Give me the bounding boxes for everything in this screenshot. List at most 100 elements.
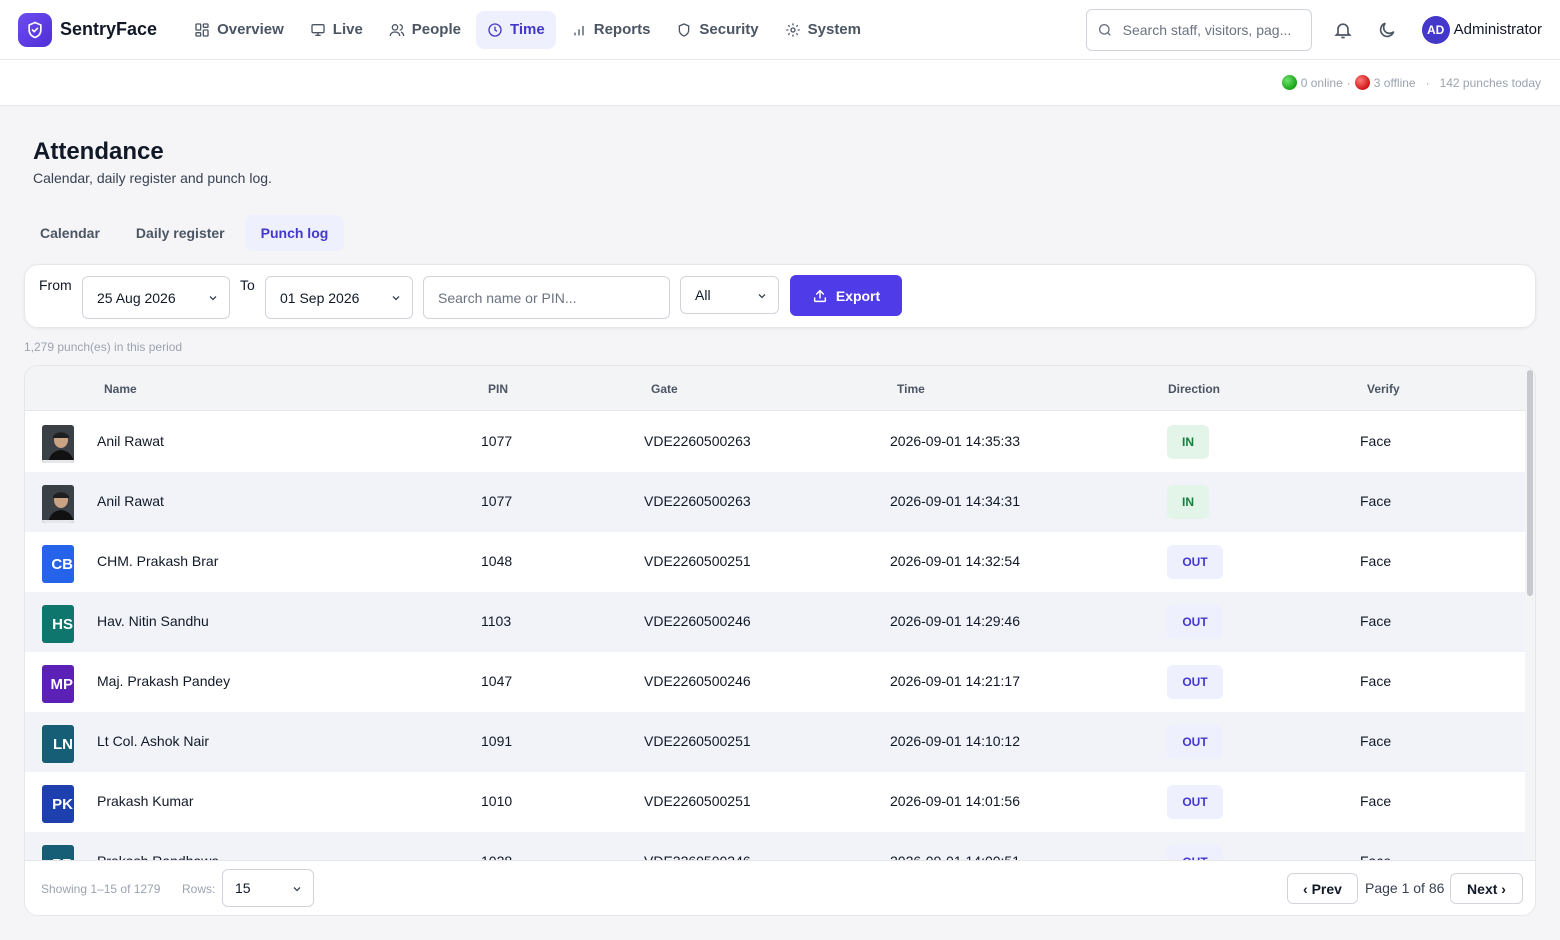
nav-label: Overview (217, 21, 284, 38)
export-button[interactable]: Export (790, 275, 902, 316)
user-menu[interactable]: AD Administrator (1421, 15, 1542, 44)
nav-label: People (411, 21, 461, 38)
cell-verify: Face (1360, 433, 1392, 449)
cell-pin: 1048 (481, 553, 513, 569)
from-label: From (39, 277, 72, 293)
status-separator: · (1346, 75, 1351, 90)
nav-label: Reports (593, 21, 651, 38)
person-photo-avatar (42, 425, 74, 463)
cell-pin: 1077 (481, 493, 513, 509)
status-separator: · (1425, 75, 1430, 90)
nav-item-reports[interactable]: Reports (560, 11, 662, 49)
clock-icon (488, 22, 502, 37)
next-page-button[interactable]: Next › (1450, 873, 1523, 904)
global-search[interactable] (1085, 8, 1312, 51)
filter-bar: From 25 Aug 2026 To 01 Sep 2026 All Expo… (24, 264, 1536, 328)
cell-verify: Face (1360, 553, 1392, 569)
from-date-value: 25 Aug 2026 (97, 289, 176, 306)
brand[interactable]: SentryFace (18, 12, 157, 47)
nav-label: Time (509, 21, 545, 38)
table-row[interactable]: LN Lt Col. Ashok Nair 1091 VDE2260500251 202… (25, 712, 1525, 772)
direction-badge: OUT (1167, 785, 1223, 819)
punch-count: 1,279 punch(es) in this period (24, 340, 183, 354)
shield-check-logo-icon (18, 12, 52, 47)
chevron-down-icon (758, 294, 766, 299)
cell-name: Lt Col. Ashok Nair (97, 733, 210, 749)
nav-item-time[interactable]: Time (475, 10, 556, 49)
device-status-bar: 0 online · 3 offline · 142 punches today (0, 60, 1560, 106)
green-dot-icon (1281, 75, 1297, 90)
direction-badge: OUT (1167, 605, 1223, 639)
users-icon (389, 23, 405, 36)
cell-time: 2026-09-01 14:01:56 (890, 793, 1020, 809)
notifications-button[interactable] (1330, 17, 1356, 43)
table-row[interactable]: PR Prakash Randhawa 1028 VDE2260500246 2026-… (25, 832, 1525, 860)
page-title: Attendance (33, 138, 164, 165)
table-row[interactable]: CB CHM. Prakash Brar 1048 VDE2260500251 2026… (25, 532, 1525, 592)
rows-per-page-select[interactable]: 15 (222, 869, 314, 907)
table-row[interactable]: Anil Rawat 1077 VDE2260500263 2026-09-01 14… (25, 472, 1525, 532)
initials-avatar: CB (42, 545, 74, 583)
upload-icon (813, 289, 826, 302)
bell-icon (1333, 22, 1352, 38)
cell-gate: VDE2260500246 (644, 673, 751, 689)
direction-select[interactable]: All (680, 276, 779, 314)
initials-avatar: MP (42, 665, 74, 703)
to-date-select[interactable]: 01 Sep 2026 (265, 276, 413, 319)
column-header-time[interactable]: Time (897, 382, 925, 396)
cell-name: Anil Rawat (97, 433, 164, 449)
theme-toggle-button[interactable] (1374, 17, 1400, 43)
nav-item-overview[interactable]: Overview (183, 11, 295, 49)
scrollbar-thumb[interactable] (1527, 370, 1533, 596)
column-header-name[interactable]: Name (104, 382, 137, 396)
table-footer: Showing 1–15 of 1279 Rows: 15 ‹ Prev Pag… (25, 860, 1535, 915)
rows-label: Rows: (182, 882, 216, 896)
nav-item-live[interactable]: Live (299, 11, 374, 49)
cell-pin: 1091 (481, 733, 513, 749)
cell-pin: 1103 (481, 613, 512, 629)
column-header-direction[interactable]: Direction (1168, 382, 1220, 396)
moon-icon (1379, 22, 1395, 37)
chevron-down-icon (293, 887, 301, 892)
top-navbar: SentryFace Overview Live People Time Rep… (0, 0, 1560, 60)
global-search-input[interactable] (1122, 21, 1293, 38)
nav-label: System (807, 21, 861, 38)
column-header-pin[interactable]: PIN (488, 382, 508, 396)
cell-time: 2026-09-01 14:35:33 (890, 433, 1020, 449)
table-row[interactable]: PK Prakash Kumar 1010 VDE2260500251 2026-09-… (25, 772, 1525, 832)
attendance-tabs: Calendar Daily register Punch log (24, 215, 345, 251)
cell-pin: 1010 (481, 793, 513, 809)
nav-item-people[interactable]: People (378, 11, 472, 49)
tab-calendar[interactable]: Calendar (24, 215, 116, 251)
red-dot-icon (1354, 75, 1370, 90)
prev-page-button[interactable]: ‹ Prev (1287, 873, 1358, 904)
to-label: To (240, 277, 255, 293)
table-row[interactable]: MP Maj. Prakash Pandey 1047 VDE2260500246 20… (25, 652, 1525, 712)
table-header: Name PIN Gate Time Direction Verify (25, 366, 1525, 411)
cell-time: 2026-09-01 14:10:12 (890, 733, 1020, 749)
name-pin-search-input[interactable] (423, 276, 670, 319)
cell-verify: Face (1360, 733, 1392, 749)
cell-verify: Face (1360, 853, 1391, 860)
to-date-value: 01 Sep 2026 (280, 289, 360, 306)
column-header-verify[interactable]: Verify (1367, 382, 1400, 396)
direction-badge: OUT (1167, 545, 1223, 579)
tab-daily-register[interactable]: Daily register (120, 215, 241, 251)
offline-status: 3 offline (1354, 75, 1416, 90)
column-header-gate[interactable]: Gate (651, 382, 678, 396)
table-row[interactable]: HS Hav. Nitin Sandhu 1103 VDE2260500246 2026… (25, 592, 1525, 652)
punch-log-table: Name PIN Gate Time Direction Verify Anil… (24, 365, 1536, 916)
cell-name: Anil Rawat (97, 493, 164, 509)
cell-gate: VDE2260500251 (644, 553, 751, 569)
nav-item-security[interactable]: Security (665, 11, 769, 49)
direction-badge: OUT (1167, 725, 1223, 759)
direction-badge: OUT (1167, 845, 1223, 860)
cell-gate: VDE2260500246 (644, 853, 751, 860)
page-info: Page 1 of 86 (1365, 880, 1445, 896)
online-status: 0 online (1281, 75, 1343, 90)
from-date-select[interactable]: 25 Aug 2026 (82, 276, 230, 319)
nav-item-system[interactable]: System (774, 11, 872, 49)
tab-punch-log[interactable]: Punch log (244, 215, 345, 251)
table-row[interactable]: Anil Rawat 1077 VDE2260500263 2026-09-01 14… (25, 412, 1525, 472)
table-scrollbar[interactable] (1525, 366, 1535, 860)
